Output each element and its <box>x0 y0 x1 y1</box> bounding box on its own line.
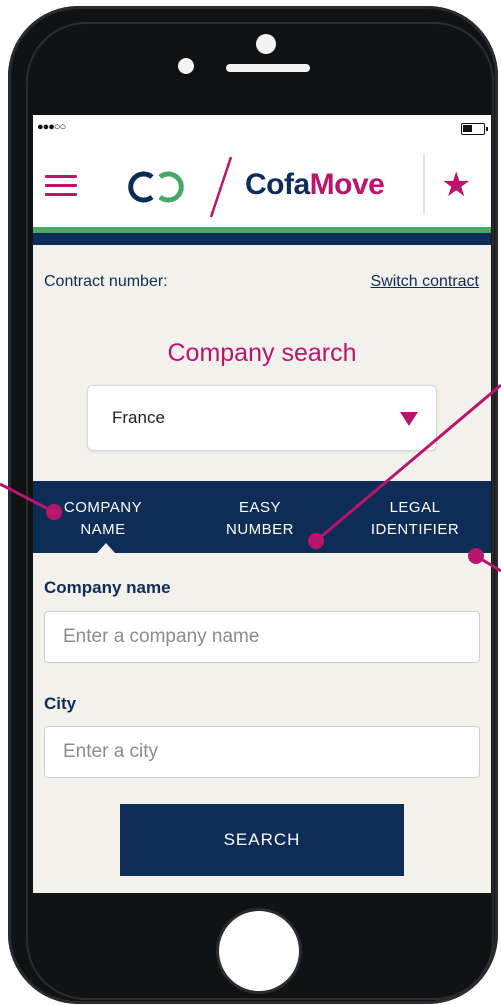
company-name-input[interactable] <box>44 611 480 663</box>
active-tab-indicator <box>97 543 115 553</box>
hamburger-menu-icon[interactable] <box>45 175 77 197</box>
search-button[interactable]: SEARCH <box>120 804 404 876</box>
earpiece-speaker <box>226 64 310 72</box>
tab-label-line: EASY <box>238 499 282 516</box>
brand-cofa: Cofa <box>245 168 310 201</box>
city-label: City <box>44 694 77 713</box>
cofamove-logo-icon <box>128 171 184 203</box>
front-camera <box>256 34 276 54</box>
header-stripe-navy <box>33 233 491 245</box>
menu-bar <box>45 193 77 196</box>
company-name-label: Company name <box>44 578 171 597</box>
country-select-value: France <box>112 408 165 427</box>
tab-label-line: LEGAL <box>389 499 441 516</box>
tab-easy-number[interactable]: EASY NUMBER <box>190 497 330 541</box>
contract-number-label: Contract number: <box>44 273 168 290</box>
status-bar: ●●●○○ <box>33 115 491 145</box>
tab-label-line: IDENTIFIER <box>370 521 460 538</box>
proximity-sensor <box>178 58 194 74</box>
page-title: Company search <box>167 339 357 367</box>
menu-bar <box>45 184 77 187</box>
logo-c-green <box>158 171 184 203</box>
city-input[interactable] <box>44 726 480 778</box>
battery-level <box>463 125 472 132</box>
dropdown-triangle-icon <box>400 412 418 426</box>
tab-label-line: NAME <box>80 521 126 538</box>
app-header: CofaMove ★ <box>33 145 491 227</box>
logo-slash-icon <box>209 156 233 218</box>
menu-bar <box>45 175 77 178</box>
battery-tip <box>486 127 488 131</box>
app-screen: ●●●○○ CofaMove ★ Contract number: Switch… <box>33 115 491 893</box>
switch-contract-link[interactable]: Switch contract <box>371 273 479 291</box>
header-divider <box>423 153 425 215</box>
tab-label-line: COMPANY <box>63 499 143 516</box>
home-button[interactable] <box>216 908 302 994</box>
signal-dots-icon: ●●●○○ <box>37 121 66 133</box>
brand-wordmark: CofaMove <box>245 168 385 202</box>
tab-legal-identifier[interactable]: LEGAL IDENTIFIER <box>345 497 485 541</box>
search-mode-tabs: COMPANY NAME EASY NUMBER LEGAL IDENTIFIE… <box>33 481 491 553</box>
brand-move: Move <box>309 168 385 201</box>
star-icon[interactable]: ★ <box>441 167 471 203</box>
tab-company-name[interactable]: COMPANY NAME <box>33 497 173 541</box>
battery-icon <box>461 123 488 135</box>
tab-label-line: NUMBER <box>225 521 294 538</box>
country-select[interactable]: France <box>87 385 437 451</box>
logo-c-navy <box>128 171 154 203</box>
